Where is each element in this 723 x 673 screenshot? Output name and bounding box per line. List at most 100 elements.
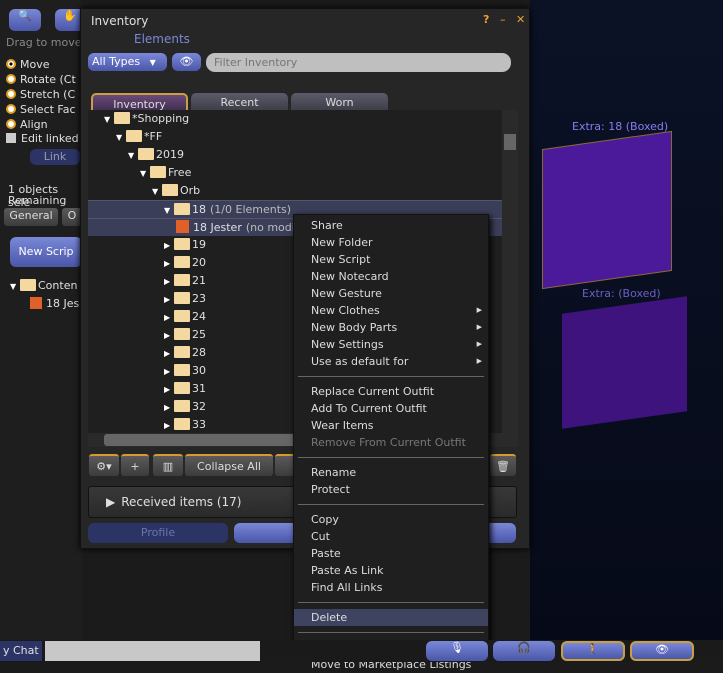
- trash-icon[interactable]: 🗑: [490, 454, 516, 476]
- tree-row[interactable]: ▼ Orb: [88, 182, 502, 200]
- collapsed-arrow-icon[interactable]: ▶: [164, 345, 174, 363]
- expanded-arrow-icon[interactable]: ▼: [152, 183, 162, 201]
- collapsed-arrow-icon[interactable]: ▶: [164, 381, 174, 399]
- folder-icon: [126, 130, 142, 142]
- contents-item[interactable]: 18 Jes: [30, 295, 79, 313]
- new-script-button[interactable]: New Scrip: [10, 237, 82, 267]
- menu-item-copy[interactable]: Copy: [294, 511, 488, 528]
- expanded-arrow-icon[interactable]: ▼: [140, 165, 150, 183]
- eye-icon[interactable]: 👁: [630, 641, 694, 661]
- menu-item-find-all-links[interactable]: Find All Links: [294, 579, 488, 596]
- folder-icon: [174, 364, 190, 376]
- walk-icon[interactable]: 🚶: [561, 641, 625, 661]
- help-button[interactable]: ?: [483, 13, 489, 26]
- headphones-icon[interactable]: 🎧: [493, 641, 555, 661]
- mode-radio-1[interactable]: Rotate (Ct: [6, 72, 76, 87]
- menu-item-rename[interactable]: Rename: [294, 464, 488, 481]
- expanded-arrow-icon[interactable]: ▼: [128, 147, 138, 165]
- menu-item-label: New Gesture: [311, 287, 382, 300]
- tree-row-label: 30: [192, 364, 206, 377]
- zoom-tool-button[interactable]: 🔍: [9, 9, 41, 31]
- menu-item-new-gesture[interactable]: New Gesture: [294, 285, 488, 302]
- menu-item-label: Remove From Current Outfit: [311, 436, 466, 449]
- link-button[interactable]: Link: [30, 149, 80, 165]
- wardrobe-icon[interactable]: ▥: [153, 454, 183, 476]
- menu-item-protect[interactable]: Protect: [294, 481, 488, 498]
- menu-item-paste[interactable]: Paste: [294, 545, 488, 562]
- mode-label: Stretch (C: [20, 88, 76, 101]
- tree-row-label: 31: [192, 382, 206, 395]
- menu-item-new-body-parts[interactable]: New Body Parts ▶: [294, 319, 488, 336]
- window-title: Inventory: [91, 14, 149, 28]
- mode-label: Select Fac: [20, 103, 76, 116]
- mode-radio-2[interactable]: Stretch (C: [6, 87, 76, 102]
- view-options-button[interactable]: 👁: [172, 53, 201, 71]
- vertical-scrollbar[interactable]: [502, 110, 518, 433]
- menu-item-share[interactable]: Share: [294, 217, 488, 234]
- minimize-button[interactable]: –: [500, 13, 506, 26]
- expanded-arrow-icon[interactable]: ▼: [116, 129, 126, 147]
- tab-general[interactable]: General: [4, 208, 58, 226]
- collapsed-arrow-icon[interactable]: ▶: [164, 255, 174, 273]
- menu-item-label: Paste: [311, 547, 341, 560]
- folder-icon: [138, 148, 154, 160]
- object-label: Extra: (Boxed): [582, 287, 661, 300]
- menu-item-new-script[interactable]: New Script: [294, 251, 488, 268]
- tree-row[interactable]: ▼ *FF: [88, 128, 502, 146]
- menu-item-label: Replace Current Outfit: [311, 385, 435, 398]
- menu-item-new-notecard[interactable]: New Notecard: [294, 268, 488, 285]
- collapsed-arrow-icon[interactable]: ▶: [164, 363, 174, 381]
- collapsed-arrow-icon[interactable]: ▶: [164, 327, 174, 345]
- menu-item-new-settings[interactable]: New Settings ▶: [294, 336, 488, 353]
- mode-radio-4[interactable]: Align: [6, 117, 76, 132]
- expanded-arrow-icon[interactable]: ▼: [104, 111, 114, 129]
- contents-folder[interactable]: ▼ Conten: [10, 277, 77, 295]
- build-panel: 🔍 ✋ Drag to move Move Rotate (Ct Stretch (…: [0, 0, 85, 640]
- type-filter-dropdown[interactable]: All Types ▼: [88, 53, 167, 71]
- menu-item-cut[interactable]: Cut: [294, 528, 488, 545]
- world-view[interactable]: Extra: 18 (Boxed) Extra: (Boxed): [530, 0, 723, 640]
- boxed-object-cube[interactable]: [542, 130, 672, 290]
- add-button[interactable]: +: [121, 454, 149, 476]
- radio-icon: [6, 74, 16, 84]
- menu-item-remove-from-current-outfit: Remove From Current Outfit: [294, 434, 488, 451]
- profile-button[interactable]: Profile: [88, 523, 228, 543]
- menu-item-use-as-default-for[interactable]: Use as default for ▶: [294, 353, 488, 370]
- menu-item-new-clothes[interactable]: New Clothes ▶: [294, 302, 488, 319]
- folder-icon: [174, 203, 190, 215]
- collapsed-arrow-icon[interactable]: ▶: [164, 273, 174, 291]
- folder-icon: [174, 382, 190, 394]
- filter-inventory-input[interactable]: [206, 53, 511, 72]
- menu-item-wear-items[interactable]: Wear Items: [294, 417, 488, 434]
- collapsed-arrow-icon[interactable]: ▶: [164, 417, 174, 433]
- collapsed-arrow-icon[interactable]: ▶: [164, 291, 174, 309]
- collapsed-arrow-icon[interactable]: ▶: [164, 309, 174, 327]
- menu-item-replace-current-outfit[interactable]: Replace Current Outfit: [294, 383, 488, 400]
- menu-separator: [298, 457, 484, 458]
- tree-row-label: 2019: [156, 148, 184, 161]
- tree-row[interactable]: ▼ Free: [88, 164, 502, 182]
- chat-input[interactable]: [45, 641, 260, 661]
- tree-row[interactable]: ▼ *Shopping: [88, 110, 502, 128]
- menu-item-add-to-current-outfit[interactable]: Add To Current Outfit: [294, 400, 488, 417]
- collapse-all-button[interactable]: Collapse All: [185, 454, 273, 476]
- object-cube-icon: [176, 220, 189, 233]
- radio-icon: [6, 119, 16, 129]
- collapsed-arrow-icon[interactable]: ▶: [164, 237, 174, 255]
- expand-button[interactable]: [275, 454, 295, 476]
- collapsed-arrow-icon[interactable]: ▶: [164, 399, 174, 417]
- menu-item-new-folder[interactable]: New Folder: [294, 234, 488, 251]
- tree-row[interactable]: ▼ 2019: [88, 146, 502, 164]
- folder-icon: [174, 418, 190, 430]
- menu-item-paste-as-link[interactable]: Paste As Link: [294, 562, 488, 579]
- tab-object[interactable]: O: [62, 208, 82, 226]
- gear-menu-button[interactable]: ⚙▾: [89, 454, 119, 476]
- edit-linked-checkbox[interactable]: Edit linked: [6, 132, 79, 145]
- menu-item-delete[interactable]: Delete: [294, 609, 488, 626]
- speak-button[interactable]: 🎙: [426, 641, 488, 661]
- mode-radio-3[interactable]: Select Fac: [6, 102, 76, 117]
- close-button[interactable]: ✕: [516, 13, 525, 26]
- chat-button[interactable]: y Chat: [0, 641, 42, 661]
- boxed-object-cube[interactable]: [562, 296, 687, 429]
- mode-radio-0[interactable]: Move: [6, 57, 76, 72]
